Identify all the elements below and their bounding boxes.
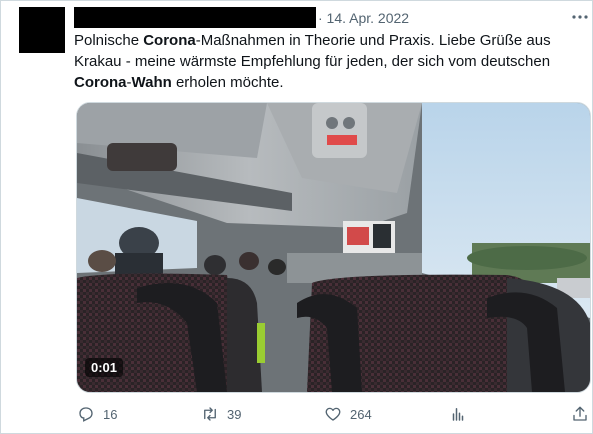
tweet-text: Polnische Corona-Maßnahmen in Theorie un… <box>74 30 574 93</box>
bus-interior-video-frame <box>77 103 590 392</box>
username-redacted[interactable] <box>74 7 316 28</box>
tweet-text-highlight[interactable]: Wahn <box>132 74 172 91</box>
heart-icon <box>325 407 341 421</box>
retweet-button[interactable]: 39 <box>201 403 241 425</box>
like-count: 264 <box>350 406 372 422</box>
more-icon[interactable] <box>571 9 589 25</box>
tweet-text-segment: Polnische <box>74 32 144 49</box>
reply-count: 16 <box>103 406 118 422</box>
video-timestamp: 0:01 <box>85 358 124 377</box>
like-button[interactable]: 264 <box>324 403 372 425</box>
avatar-redacted[interactable] <box>19 7 65 53</box>
share-icon <box>573 406 587 421</box>
tweet-card: · 14. Apr. 2022 Polnische Corona-Maßnahm… <box>0 0 593 434</box>
video-player[interactable] <box>76 102 591 393</box>
analytics-icon <box>452 408 464 421</box>
retweet-count: 39 <box>227 406 242 422</box>
tweet-text-segment: erholen möchte. <box>171 74 284 91</box>
tweet-date[interactable]: · 14. Apr. 2022 <box>318 10 409 26</box>
action-bar: 16 39 264 <box>1 401 593 427</box>
tweet-text-highlight[interactable]: Corona <box>74 74 127 91</box>
retweet-icon <box>204 407 216 421</box>
share-button[interactable] <box>571 403 593 425</box>
analytics-button[interactable] <box>449 403 475 425</box>
tweet-text-highlight[interactable]: Corona <box>143 32 196 49</box>
reply-button[interactable]: 16 <box>77 403 117 425</box>
reply-icon <box>79 407 93 422</box>
